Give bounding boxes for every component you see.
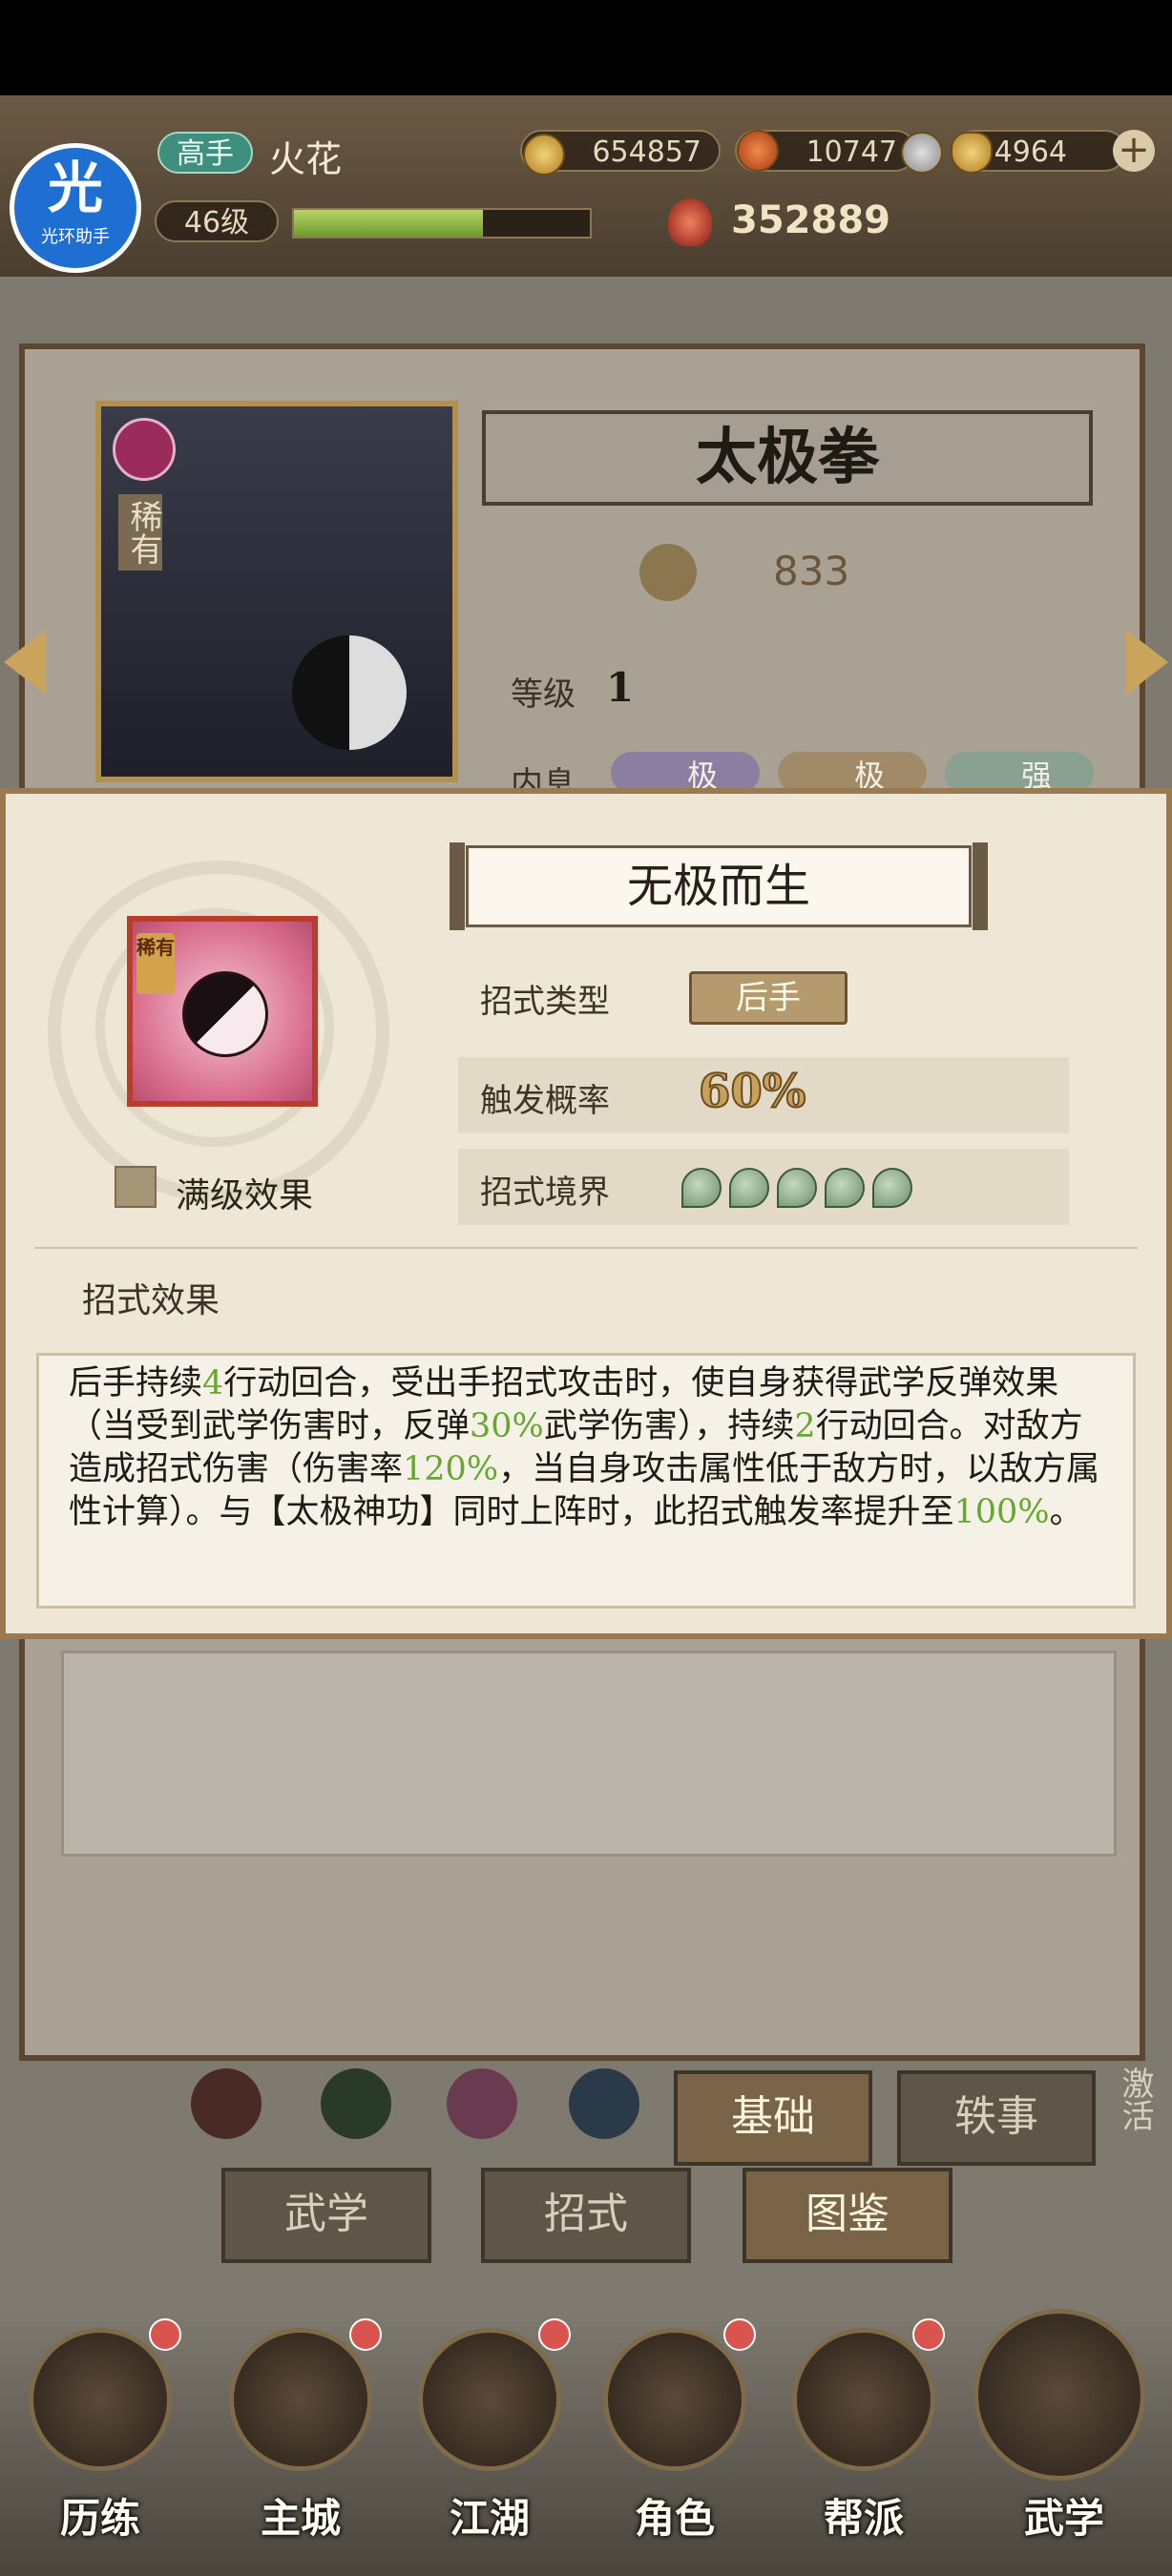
nav-label[interactable]: 主城 xyxy=(229,2486,372,2545)
spirit-icon xyxy=(737,130,779,172)
dim-detail-box xyxy=(61,1651,1117,1857)
yin-yang-icon xyxy=(292,635,407,750)
helper-badge-caption: 光环助手 xyxy=(41,227,110,247)
realm-drops xyxy=(681,1166,930,1214)
effect-segment: 。 xyxy=(1049,1493,1083,1531)
effect-segment: 后手持续 xyxy=(69,1364,203,1402)
basic-tab[interactable]: 基础 xyxy=(674,2070,872,2166)
xp-bar xyxy=(292,208,592,239)
notification-dot xyxy=(149,2318,181,2351)
skill-rarity-badge: 稀有 xyxy=(136,933,175,994)
jianghu-icon[interactable] xyxy=(418,2328,561,2471)
guild-icon[interactable] xyxy=(792,2328,935,2471)
skill-icon: 稀有 xyxy=(127,916,318,1107)
status-bar xyxy=(0,0,1172,95)
helper-badge[interactable]: 光 光环助手 xyxy=(10,143,141,273)
effect-highlight: 2 xyxy=(794,1407,816,1445)
scroll-icon[interactable] xyxy=(973,2309,1145,2481)
name-box-left-cap xyxy=(450,842,465,930)
element-dot-2-icon xyxy=(321,2068,391,2139)
nav-label[interactable]: 历练 xyxy=(29,2486,172,2545)
gold-ingot-icon xyxy=(951,132,993,174)
type-label: 招式类型 xyxy=(480,983,610,1021)
level-value: 1 xyxy=(606,664,635,711)
xp-bar-fill xyxy=(294,210,484,237)
nav-label[interactable]: 江湖 xyxy=(418,2486,561,2545)
next-arrow[interactable] xyxy=(1126,630,1168,695)
score-row: 833 xyxy=(515,534,1069,611)
character-icon[interactable] xyxy=(603,2328,746,2471)
element-dot-4-icon xyxy=(569,2068,639,2139)
name-box-right-cap xyxy=(973,842,988,930)
effect-highlight: 4 xyxy=(202,1364,224,1402)
martial-tab[interactable]: 武学 xyxy=(221,2168,431,2263)
atlas-tab[interactable]: 图鉴 xyxy=(743,2168,952,2263)
nav-label[interactable]: 角色 xyxy=(603,2486,746,2545)
realm-drop-icon xyxy=(825,1168,865,1208)
score-icon xyxy=(639,544,697,601)
realm-drop-icon xyxy=(681,1168,722,1208)
city-icon[interactable] xyxy=(229,2328,372,2471)
moves-tab[interactable]: 招式 xyxy=(481,2168,691,2263)
max-effect-checkbox[interactable] xyxy=(115,1166,157,1208)
chance-label: 触发概率 xyxy=(480,1082,610,1120)
power-icon xyxy=(668,198,712,246)
notification-dot xyxy=(349,2318,382,2351)
level-badge: 46级 xyxy=(155,200,279,242)
skill-name-box: 无极而生 xyxy=(450,842,988,930)
prev-arrow[interactable] xyxy=(4,630,46,695)
divider xyxy=(34,1247,1138,1249)
notification-dot xyxy=(912,2318,945,2351)
realm-label: 招式境界 xyxy=(480,1174,610,1212)
anecdote-tab[interactable]: 轶事 xyxy=(897,2070,1096,2166)
hero-portrait: 稀有 xyxy=(95,401,458,782)
skill-name: 无极而生 xyxy=(626,860,810,913)
rarity-emblem-icon xyxy=(113,418,176,481)
realm-drop-icon xyxy=(777,1168,817,1208)
nav-label[interactable]: 武学 xyxy=(993,2486,1136,2545)
taiji-swirl-icon xyxy=(182,971,268,1057)
rank-badge: 高手 xyxy=(157,132,253,174)
power-value: 352889 xyxy=(731,198,890,242)
effect-text: 后手持续4行动回合，受出手招式攻击时，使自身获得武学反弹效果（当受到武学伤害时，… xyxy=(69,1362,1111,1534)
max-effect-label: 满级效果 xyxy=(176,1176,314,1215)
silver-ingot-icon xyxy=(901,132,943,174)
realm-drop-icon xyxy=(729,1168,769,1208)
training-icon[interactable] xyxy=(29,2328,172,2471)
rarity-tag: 稀有 xyxy=(118,494,162,571)
chance-value: 60% xyxy=(698,1064,806,1119)
effect-segment: 武学伤害），持续 xyxy=(543,1407,795,1445)
player-name: 火花 xyxy=(269,138,343,180)
side-activate-label[interactable]: 激活 xyxy=(1099,2067,1154,2131)
add-gold-button[interactable]: + xyxy=(1113,130,1155,172)
top-hud: 高手 火花 46级 654857 10747 4964 + 352889 xyxy=(0,95,1172,277)
level-label: 等级 xyxy=(511,675,576,714)
copper-coin-icon xyxy=(523,134,565,176)
helper-badge-glyph: 光 xyxy=(47,156,103,220)
effect-header: 招式效果 xyxy=(82,1281,220,1320)
effect-highlight: 100% xyxy=(953,1493,1050,1531)
realm-drop-icon xyxy=(872,1168,912,1208)
notification-dot xyxy=(723,2318,756,2351)
effect-highlight: 30% xyxy=(470,1407,544,1445)
effect-highlight: 120% xyxy=(403,1450,499,1488)
martial-art-title: 太极拳 xyxy=(482,410,1093,506)
element-dot-3-icon xyxy=(447,2068,517,2139)
element-dot-1-icon xyxy=(191,2068,262,2139)
nav-label[interactable]: 帮派 xyxy=(792,2486,935,2545)
notification-dot xyxy=(538,2318,571,2351)
type-tag: 后手 xyxy=(689,971,848,1025)
score-value: 833 xyxy=(773,548,850,594)
element-dot-row xyxy=(191,2068,668,2139)
